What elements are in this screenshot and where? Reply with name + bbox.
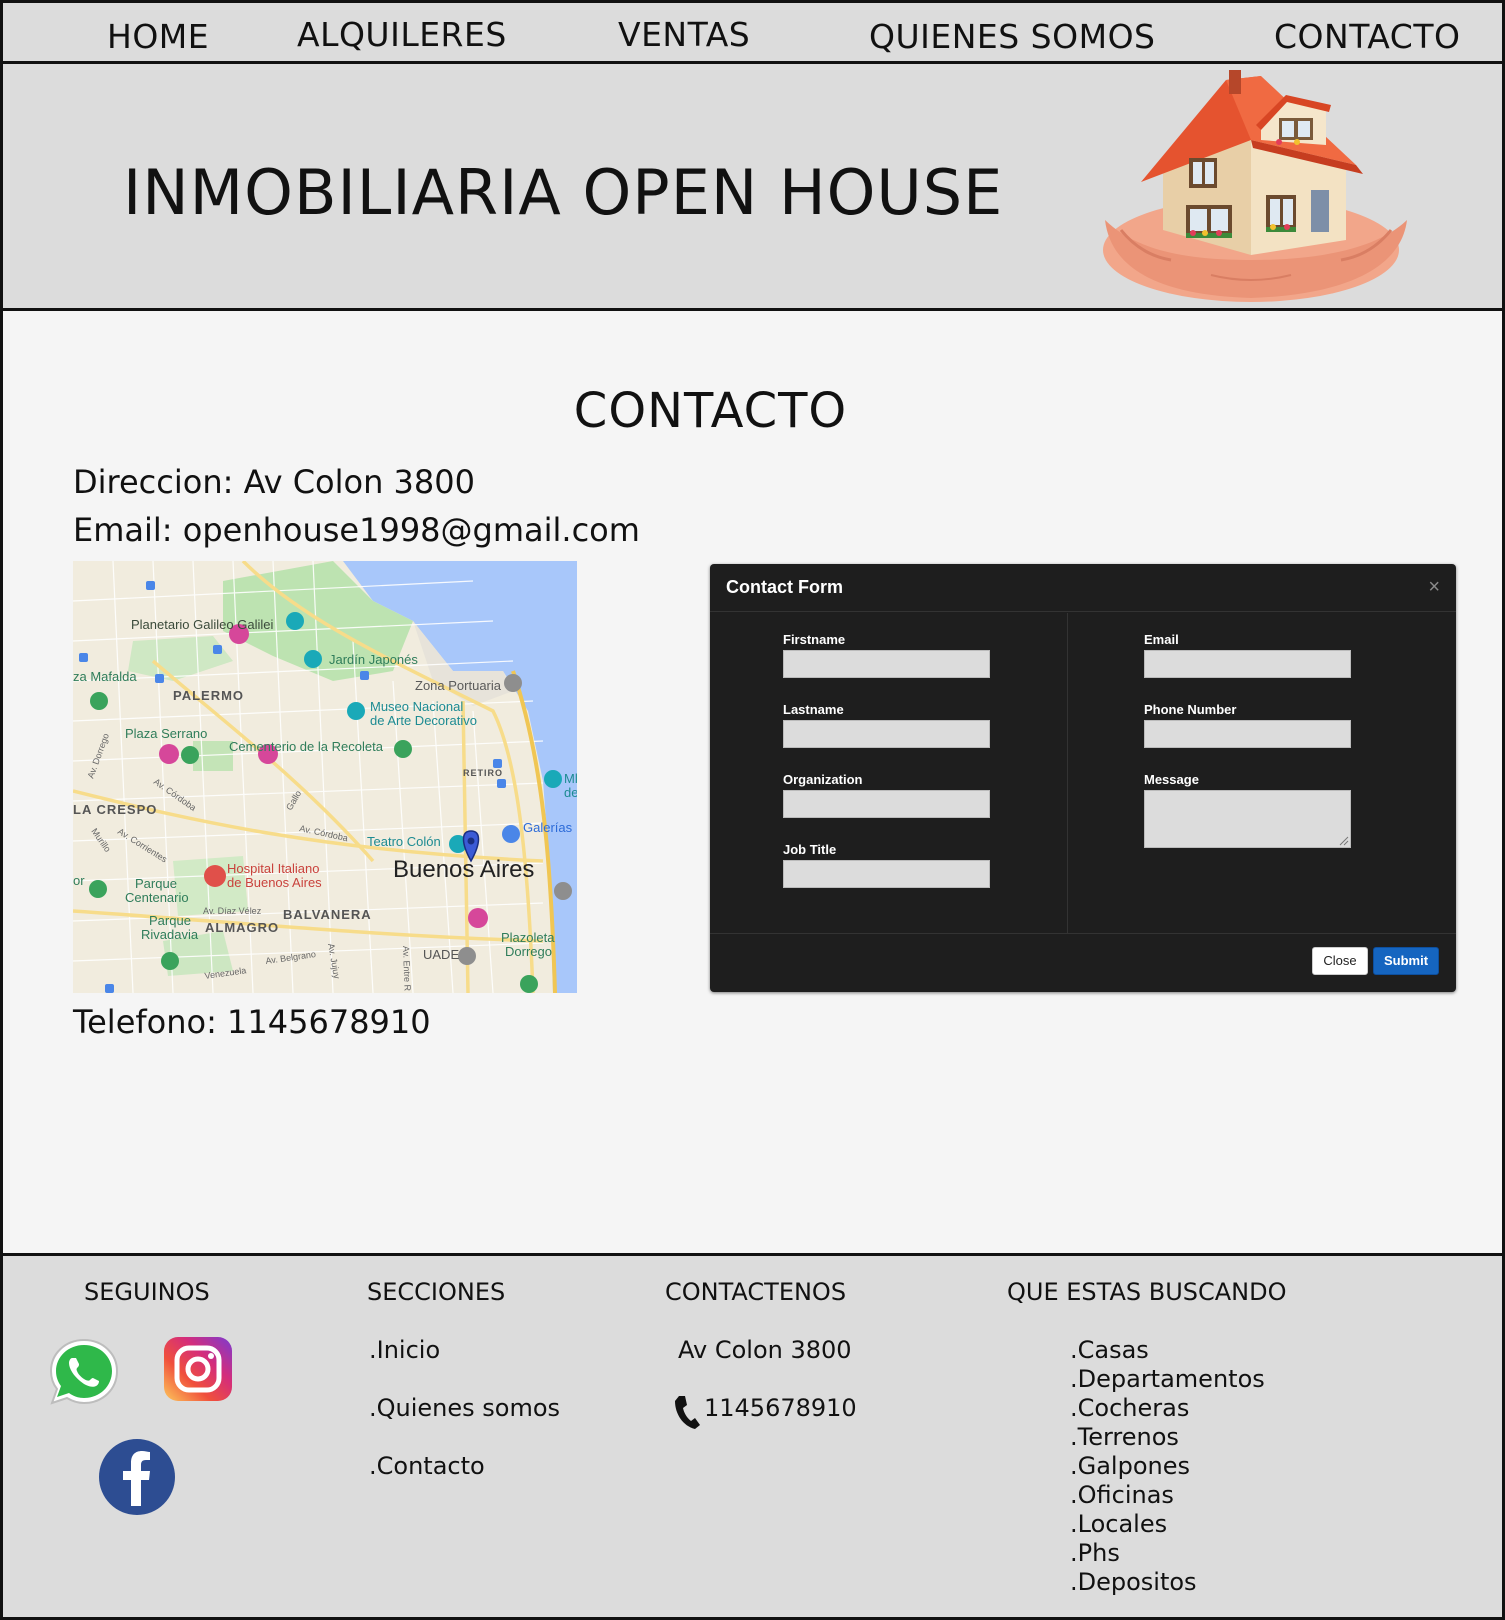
top-nav: HOME ALQUILERES VENTAS QUIENES SOMOS CON… [3, 3, 1502, 64]
map-label: Zona Portuaria [415, 678, 502, 693]
phone-text: Telefono: 1145678910 [73, 1003, 431, 1041]
footer-search-list: .Casas .Departamentos .Cocheras .Terreno… [1070, 1336, 1265, 1597]
footer-buscando-title: QUE ESTAS BUSCANDO [1007, 1278, 1287, 1306]
map-label: Parque [135, 876, 177, 891]
organization-input[interactable] [783, 790, 990, 818]
instagram-icon[interactable] [163, 1336, 233, 1402]
footer-link-contacto[interactable]: .Contacto [369, 1452, 485, 1480]
email-text: Email: openhouse1998@gmail.com [73, 511, 640, 549]
map-label: BALVANERA [283, 907, 372, 922]
address-text: Direccion: Av Colon 3800 [73, 463, 475, 501]
footer-seguinos-title: SEGUINOS [84, 1278, 210, 1306]
map-label: or [73, 873, 85, 888]
email-label: Email [1144, 632, 1179, 647]
lastname-input[interactable] [783, 720, 990, 748]
search-item-galpones[interactable]: .Galpones [1070, 1452, 1265, 1481]
map-canvas[interactable]: Planetario Galileo Galilei Jardín Japoné… [73, 561, 577, 993]
map-label: de [564, 785, 577, 800]
search-item-oficinas[interactable]: .Oficinas [1070, 1481, 1265, 1510]
page: HOME ALQUILERES VENTAS QUIENES SOMOS CON… [0, 0, 1505, 1620]
map-label: Dorrego [505, 944, 552, 959]
map-label: Plazoleta [501, 930, 555, 945]
map-label: Museo Nacional [370, 699, 463, 714]
house-in-hands-icon [1103, 70, 1407, 302]
whatsapp-icon[interactable] [47, 1336, 121, 1406]
search-item-casas[interactable]: .Casas [1070, 1336, 1265, 1365]
map-label: LA CRESPO [73, 802, 157, 817]
submit-button[interactable]: Submit [1373, 947, 1439, 975]
search-item-cocheras[interactable]: .Cocheras [1070, 1394, 1265, 1423]
map-label: Ml [564, 771, 577, 786]
phone-number-label: Phone Number [1144, 702, 1237, 717]
footer-contactenos-title: CONTACTENOS [665, 1278, 847, 1306]
map-label: Av. Díaz Vélez [203, 906, 262, 916]
site-footer: SEGUINOS SECCIONES CONTACTENOS QUE ESTAS… [3, 1253, 1502, 1617]
modal-title: Contact Form [726, 577, 843, 597]
firstname-input[interactable] [783, 650, 990, 678]
map-label: Hospital Italiano [227, 861, 320, 876]
map-label: Planetario Galileo Galilei [131, 617, 273, 632]
map-label: ALMAGRO [205, 920, 279, 935]
map-label: Rivadavia [141, 927, 199, 942]
nav-ventas[interactable]: VENTAS [618, 15, 750, 54]
nav-quienes-somos[interactable]: QUIENES SOMOS [869, 17, 1156, 56]
contact-form-modal: Contact Form × Firstname Lastname Organi… [710, 564, 1456, 992]
footer-link-quienes-somos[interactable]: .Quienes somos [369, 1394, 560, 1422]
modal-footer: Close Submit [710, 933, 1456, 992]
map-label: Galerías [523, 820, 573, 835]
site-header: INMOBILIARIA OPEN HOUSE [3, 64, 1502, 311]
map-label: UADE [423, 947, 459, 962]
map-label: Parque [149, 913, 191, 928]
nav-contacto[interactable]: CONTACTO [1274, 17, 1460, 56]
map-label: Av. Entre R [401, 946, 413, 992]
facebook-icon[interactable] [98, 1438, 176, 1516]
location-map[interactable]: Planetario Galileo Galilei Jardín Japoné… [73, 561, 577, 993]
nav-home[interactable]: HOME [107, 17, 209, 56]
search-item-locales[interactable]: .Locales [1070, 1510, 1265, 1539]
map-label: Cementerio de la Recoleta [229, 739, 384, 754]
footer-address: Av Colon 3800 [678, 1336, 852, 1364]
search-item-terrenos[interactable]: .Terrenos [1070, 1423, 1265, 1452]
map-label: de Buenos Aires [227, 875, 322, 890]
page-heading: CONTACTO [573, 383, 848, 439]
phone-number-input[interactable] [1144, 720, 1351, 748]
site-title: INMOBILIARIA OPEN HOUSE [123, 156, 1004, 229]
map-label: Plaza Serrano [125, 726, 207, 741]
job-title-input[interactable] [783, 860, 990, 888]
search-item-depositos[interactable]: .Depositos [1070, 1568, 1265, 1597]
map-label: Jardín Japonés [329, 652, 418, 667]
map-label: de Arte Decorativo [370, 713, 477, 728]
message-textarea[interactable] [1144, 790, 1351, 848]
footer-link-inicio[interactable]: .Inicio [369, 1336, 440, 1364]
map-city-label: Buenos Aires [393, 856, 534, 883]
lastname-label: Lastname [783, 702, 844, 717]
close-icon[interactable]: × [1428, 576, 1440, 599]
map-label: RETIRO [463, 768, 503, 778]
modal-divider [1067, 613, 1068, 933]
close-button[interactable]: Close [1312, 947, 1368, 975]
map-label: PALERMO [173, 688, 244, 703]
organization-label: Organization [783, 772, 863, 787]
firstname-label: Firstname [783, 632, 846, 647]
message-label: Message [1144, 772, 1199, 787]
footer-phone: 1145678910 [704, 1394, 857, 1422]
email-input[interactable] [1144, 650, 1351, 678]
resize-handle-icon[interactable] [1339, 836, 1349, 846]
main-content: CONTACTO Direccion: Av Colon 3800 Email:… [3, 311, 1502, 1253]
map-label: Centenario [125, 890, 189, 905]
job-title-label: Job Title [783, 842, 837, 857]
modal-header: Contact Form × [710, 564, 1456, 612]
map-label: Teatro Colón [367, 834, 441, 849]
search-item-departamentos[interactable]: .Departamentos [1070, 1365, 1265, 1394]
nav-alquileres[interactable]: ALQUILERES [297, 15, 507, 54]
phone-icon [675, 1396, 700, 1429]
footer-secciones-title: SECCIONES [367, 1278, 506, 1306]
map-label: za Mafalda [73, 669, 137, 684]
search-item-phs[interactable]: .Phs [1070, 1539, 1265, 1568]
